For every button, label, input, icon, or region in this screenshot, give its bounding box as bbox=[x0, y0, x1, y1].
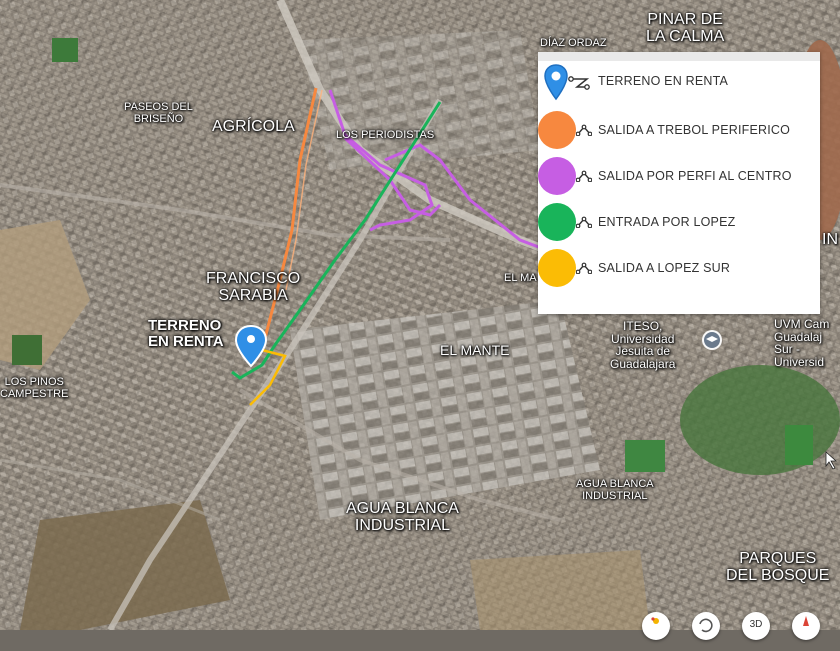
green-field bbox=[12, 335, 42, 365]
sports-field bbox=[785, 425, 813, 465]
industrial-zone-north bbox=[300, 30, 540, 170]
route-icon bbox=[576, 262, 592, 274]
legend-item-entrada-por-lopez[interactable]: ENTRADA POR LOPEZ bbox=[538, 202, 820, 248]
place-label-francisco-sarabia: FRANCISCO SARABIA bbox=[206, 270, 301, 304]
place-label-los-periodistas: LOS PERIODISTAS bbox=[336, 129, 435, 141]
rotate-button[interactable] bbox=[692, 612, 720, 640]
legend-item-label: SALIDA A TREBOL PERIFERICO bbox=[598, 123, 791, 137]
route-icon bbox=[576, 216, 592, 228]
place-label-el-mante-small: EL MA bbox=[504, 272, 537, 284]
pin-label-terreno-en-renta: TERRENO EN RENTA bbox=[148, 317, 224, 350]
route-icon bbox=[576, 124, 592, 136]
view-3d-button[interactable]: 3D bbox=[742, 612, 770, 640]
legend-item-salida-a-trebol-periferico[interactable]: SALIDA A TREBOL PERIFERICO bbox=[538, 110, 820, 156]
legend-item-label: ENTRADA POR LOPEZ bbox=[598, 215, 736, 229]
compass-button[interactable] bbox=[792, 612, 820, 640]
pegman-button[interactable] bbox=[642, 612, 670, 640]
pin-icon bbox=[544, 64, 568, 101]
place-label-agua-blanca-industrial-small: AGUA BLANCA INDUSTRIAL bbox=[576, 478, 654, 502]
place-label-pinar-de-la-calma: PINAR DE LA CALMA bbox=[646, 11, 725, 45]
place-label-el-mante: EL MANTE bbox=[440, 342, 510, 358]
place-label-in-edge: IN bbox=[822, 231, 838, 248]
bare-land-se bbox=[470, 550, 650, 630]
compass-icon bbox=[803, 616, 809, 626]
legend-item-label: TERRENO EN RENTA bbox=[598, 74, 729, 88]
legend-top-bar bbox=[538, 52, 820, 61]
sports-field bbox=[625, 440, 665, 472]
legend-item-label: SALIDA A LOPEZ SUR bbox=[598, 261, 731, 275]
route-icon bbox=[568, 76, 590, 90]
route-icon bbox=[576, 170, 592, 182]
view-3d-label: 3D bbox=[749, 619, 763, 630]
circle-icon bbox=[538, 203, 576, 241]
place-label-los-pinos-campestre: LOS PINOS CAMPESTRE bbox=[0, 376, 69, 400]
map-legend: TERRENO EN RENTA SALIDA A TREBOL PERIFER… bbox=[538, 52, 820, 314]
legend-item-salida-por-perfi-al-centro[interactable]: SALIDA POR PERFI AL CENTRO bbox=[538, 156, 820, 202]
place-label-iteso: ITESO, Universidad Jesuita de Guadalajara bbox=[610, 319, 676, 371]
place-label-uvm: UVM Cam Guadalaj Sur - Universid bbox=[774, 317, 830, 369]
circle-icon bbox=[538, 157, 576, 195]
campus-green bbox=[680, 365, 840, 475]
legend-item-terreno-en-renta[interactable]: TERRENO EN RENTA bbox=[538, 61, 820, 107]
place-label-agua-blanca-industrial: AGUA BLANCA INDUSTRIAL bbox=[346, 500, 459, 534]
legend-item-label: SALIDA POR PERFI AL CENTRO bbox=[598, 169, 792, 183]
legend-item-salida-a-lopez-sur[interactable]: SALIDA A LOPEZ SUR bbox=[538, 248, 820, 294]
circle-icon bbox=[538, 111, 576, 149]
pegman-icon bbox=[651, 617, 659, 624]
circle-icon bbox=[538, 249, 576, 287]
place-label-paseos-del-briseno: PASEOS DEL BRISEÑO bbox=[124, 101, 193, 125]
university-marker-icon bbox=[702, 330, 722, 350]
place-label-parques-del-bosque: PARQUES DEL BOSQUE bbox=[726, 550, 830, 584]
place-label-agricola: AGRÍCOLA bbox=[212, 118, 295, 135]
rotate-icon bbox=[699, 618, 713, 633]
green-field bbox=[52, 38, 78, 62]
place-label-diaz-ordaz: DÍAZ ORDAZ bbox=[540, 37, 607, 49]
